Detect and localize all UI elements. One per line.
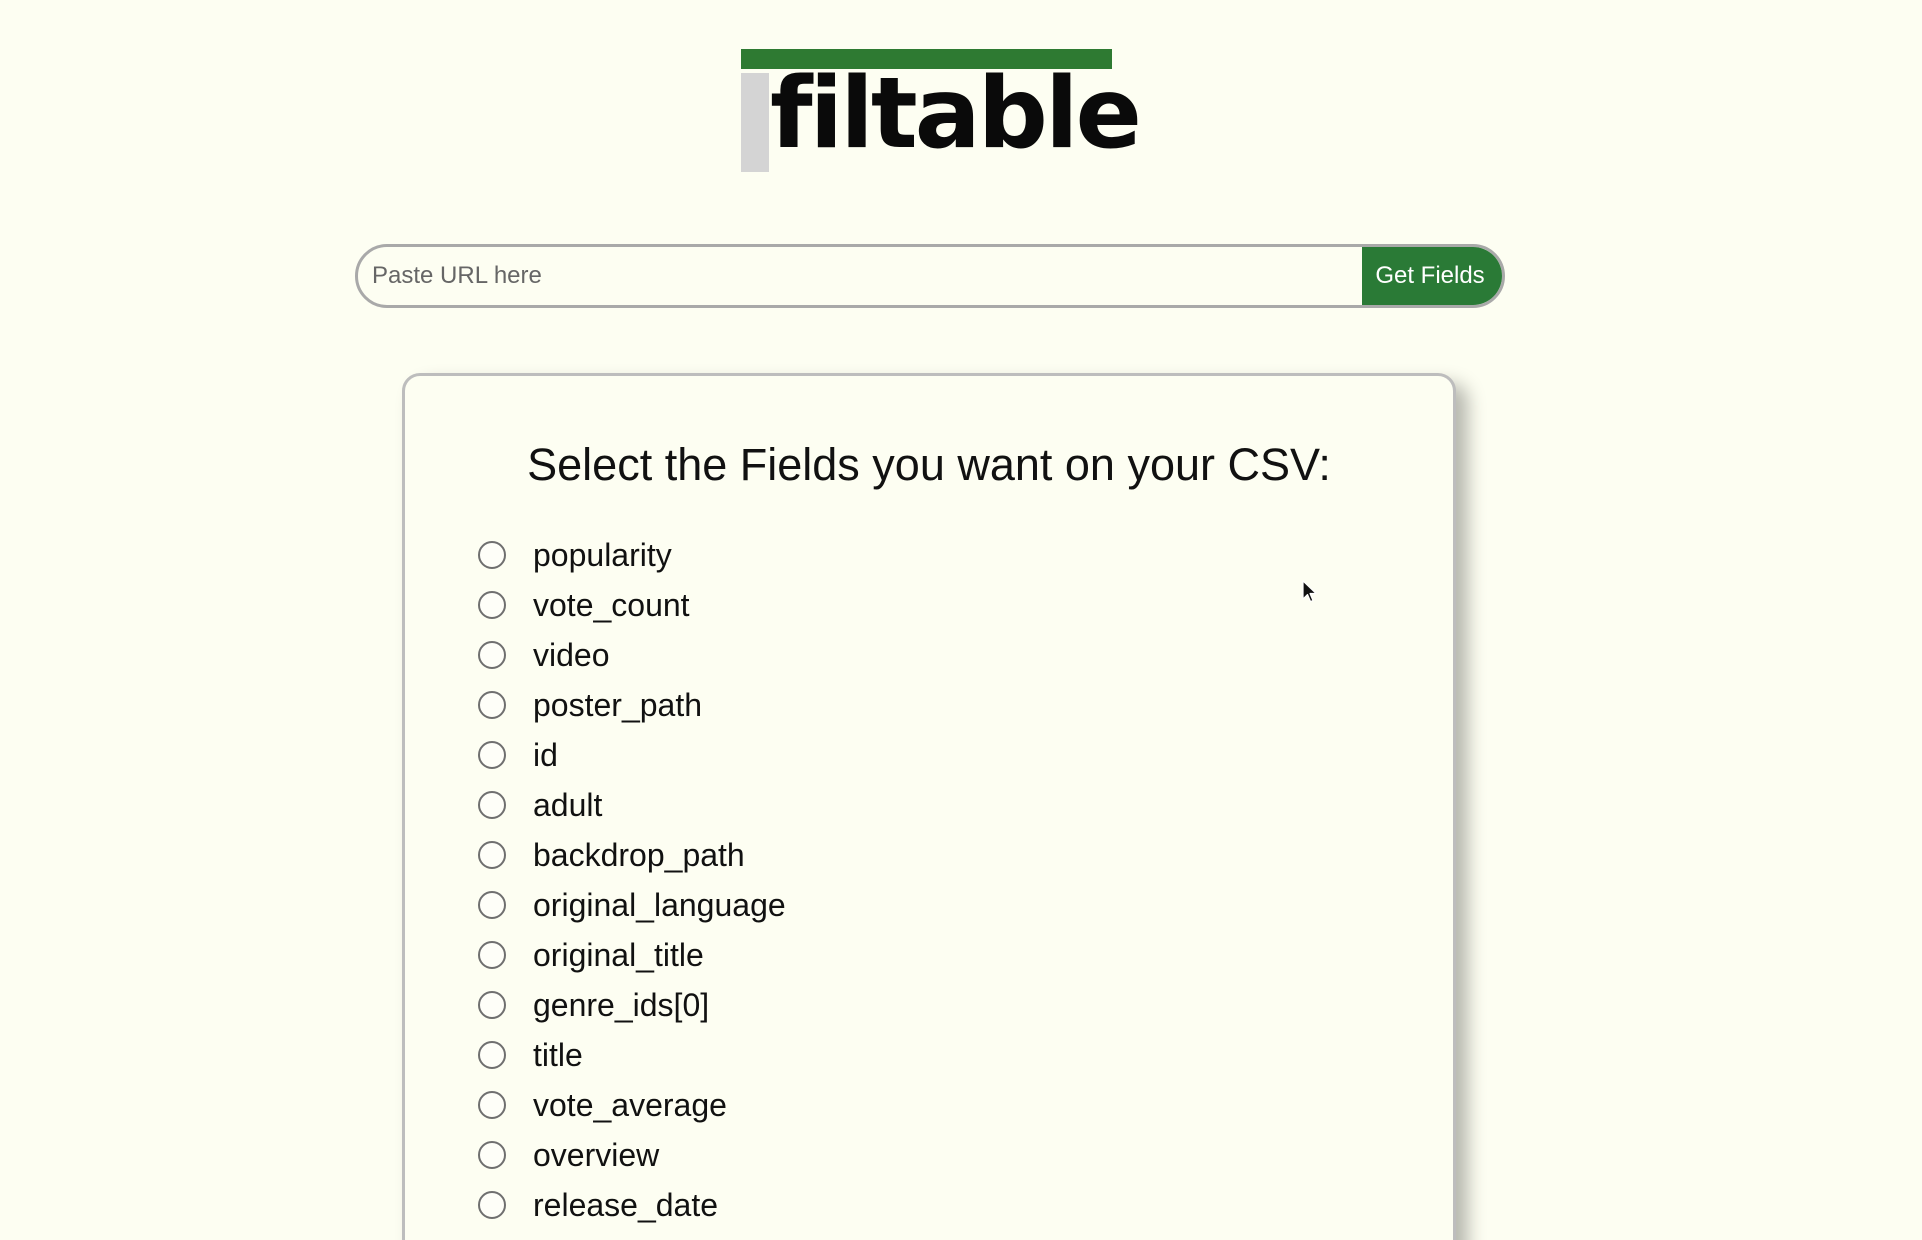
radio-unchecked-icon[interactable] [478,841,506,869]
field-option[interactable]: backdrop_path [478,830,786,880]
radio-unchecked-icon[interactable] [478,991,506,1019]
fields-card: Select the Fields you want on your CSV: … [402,373,1456,1240]
field-label: backdrop_path [533,837,745,873]
url-input[interactable] [358,247,1362,305]
page: filtable Get Fields Select the Fields yo… [0,0,1922,1240]
field-option[interactable]: video [478,630,786,680]
radio-unchecked-icon[interactable] [478,541,506,569]
get-fields-button[interactable]: Get Fields [1362,247,1502,305]
field-option[interactable]: id [478,730,786,780]
field-label: original_language [533,887,786,923]
field-label: vote_count [533,587,690,623]
filtable-logo: filtable [740,48,1142,174]
field-option[interactable]: adult [478,780,786,830]
radio-unchecked-icon[interactable] [478,891,506,919]
radio-unchecked-icon[interactable] [478,1141,506,1169]
field-option[interactable]: title [478,1030,786,1080]
field-label: release_date [533,1187,719,1223]
field-option[interactable]: popularity [478,530,786,580]
field-option[interactable]: vote_count [478,580,786,630]
radio-unchecked-icon[interactable] [478,791,506,819]
field-label: original_title [533,937,704,973]
card-title: Select the Fields you want on your CSV: [527,439,1331,490]
field-label: adult [533,787,603,823]
field-option[interactable]: original_language [478,880,786,930]
radio-unchecked-icon[interactable] [478,1041,506,1069]
field-label: poster_path [533,687,703,723]
field-option[interactable]: overview [478,1130,786,1180]
field-label: vote_average [533,1087,727,1123]
field-label: id [533,737,558,773]
logo-stub [741,73,769,172]
radio-unchecked-icon[interactable] [478,591,506,619]
logo-text: filtable [770,57,1142,171]
field-label: title [533,1037,583,1073]
field-label: video [533,637,610,673]
radio-unchecked-icon[interactable] [478,1191,506,1219]
field-option[interactable]: release_date [478,1180,786,1230]
field-option[interactable]: genre_ids[0] [478,980,786,1030]
radio-unchecked-icon[interactable] [478,941,506,969]
field-option[interactable]: vote_average [478,1080,786,1130]
field-label: genre_ids[0] [533,987,710,1023]
field-label: overview [533,1137,660,1173]
url-bar: Get Fields [355,244,1505,308]
field-label: popularity [533,537,672,573]
field-list: popularity vote_countvideo poster_pathid ad… [478,530,786,1230]
radio-unchecked-icon[interactable] [478,1091,506,1119]
field-option[interactable]: poster_path [478,680,786,730]
radio-unchecked-icon[interactable] [478,641,506,669]
mouse-pointer-icon [1302,580,1317,603]
field-option[interactable]: original_title [478,930,786,980]
radio-unchecked-icon[interactable] [478,691,506,719]
radio-unchecked-icon[interactable] [478,741,506,769]
